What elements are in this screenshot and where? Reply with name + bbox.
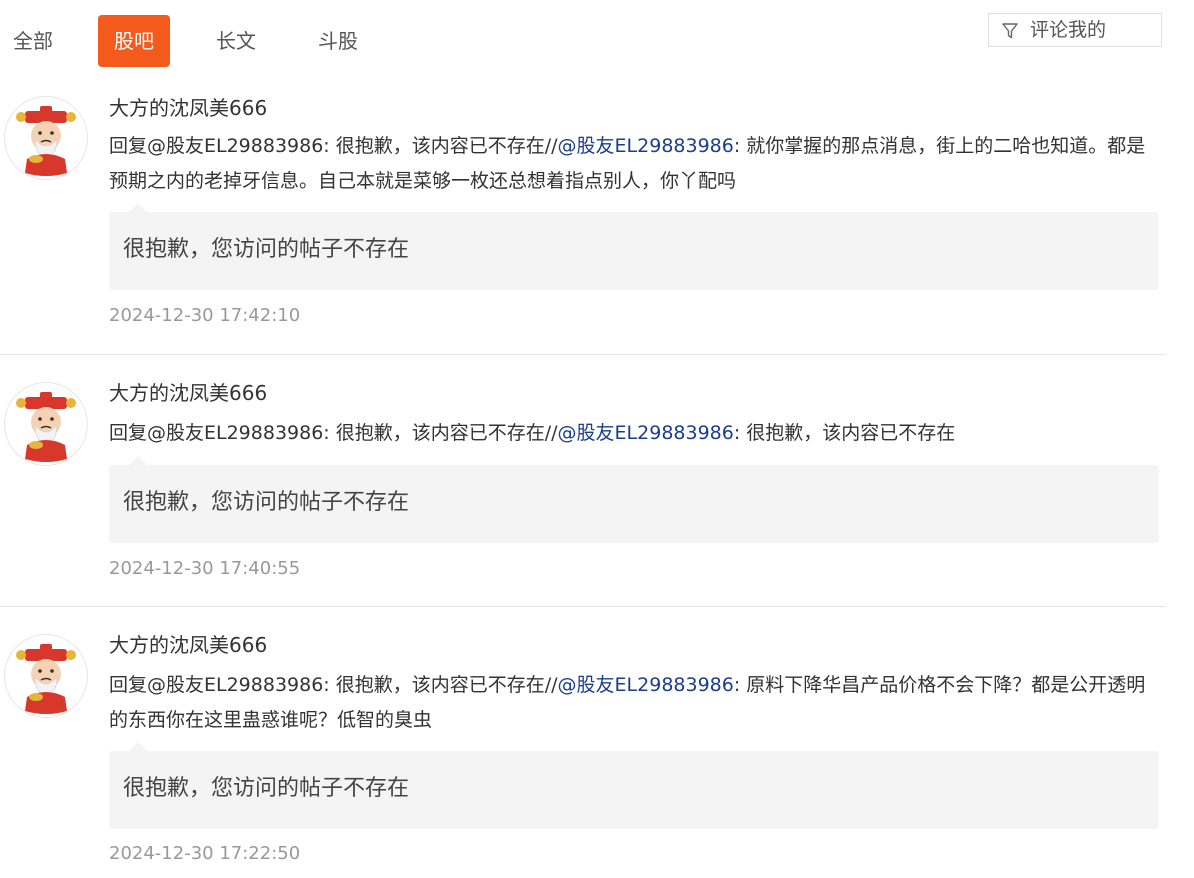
caishen-avatar-icon	[5, 97, 87, 179]
tab-bar: 全部 股吧 长文 斗股 评论我的	[0, 0, 1194, 80]
reply-prefix: 回复@股友EL29883986: 很抱歉，该内容已不存在//	[109, 135, 558, 157]
quoted-post[interactable]: 很抱歉，您访问的帖子不存在	[109, 742, 1159, 829]
quoted-post-text: 很抱歉，您访问的帖子不存在	[123, 490, 410, 515]
quoted-post-text: 很抱歉，您访问的帖子不存在	[123, 776, 410, 801]
reply-prefix: 回复@股友EL29883986: 很抱歉，该内容已不存在//	[109, 422, 558, 444]
quoted-post[interactable]: 很抱歉，您访问的帖子不存在	[109, 456, 1159, 543]
comment-item: 大方的沈凤美666 回复@股友EL29883986: 很抱歉，该内容已不存在//…	[0, 607, 1166, 878]
reply-text: 回复@股友EL29883986: 很抱歉，该内容已不存在//@股友EL29883…	[109, 668, 1161, 738]
mention-link[interactable]: @股友EL29883986	[558, 135, 734, 157]
tab-long-article[interactable]: 长文	[200, 15, 272, 67]
timestamp: 2024-12-30 17:22:50	[109, 843, 301, 864]
quoted-post[interactable]: 很抱歉，您访问的帖子不存在	[109, 203, 1159, 290]
mention-link[interactable]: @股友EL29883986	[558, 674, 734, 696]
tab-guba[interactable]: 股吧	[98, 15, 170, 67]
user-avatar[interactable]	[4, 96, 88, 180]
user-avatar[interactable]	[4, 634, 88, 718]
filter-label: 评论我的	[1030, 19, 1107, 41]
username[interactable]: 大方的沈凤美666	[109, 377, 267, 406]
timestamp: 2024-12-30 17:42:10	[109, 305, 301, 326]
reply-prefix: 回复@股友EL29883986: 很抱歉，该内容已不存在//	[109, 674, 558, 696]
caishen-avatar-icon	[5, 635, 87, 717]
comment-item: 大方的沈凤美666 回复@股友EL29883986: 很抱歉，该内容已不存在//…	[0, 355, 1166, 607]
tab-all[interactable]: 全部	[0, 15, 66, 67]
username[interactable]: 大方的沈凤美666	[109, 629, 267, 658]
reply-text: 回复@股友EL29883986: 很抱歉，该内容已不存在//@股友EL29883…	[109, 129, 1161, 199]
username[interactable]: 大方的沈凤美666	[109, 92, 267, 121]
reply-text: 回复@股友EL29883986: 很抱歉，该内容已不存在//@股友EL29883…	[109, 416, 1161, 451]
reply-body: : 很抱歉，该内容已不存在	[733, 422, 956, 444]
tab-dougu[interactable]: 斗股	[302, 15, 374, 67]
quote-notch	[129, 742, 147, 751]
timestamp: 2024-12-30 17:40:55	[109, 558, 301, 579]
mention-link[interactable]: @股友EL29883986	[558, 422, 734, 444]
quoted-post-text: 很抱歉，您访问的帖子不存在	[123, 237, 410, 262]
quote-notch	[129, 456, 147, 465]
funnel-icon	[1002, 23, 1018, 39]
comment-item: 大方的沈凤美666 回复@股友EL29883986: 很抱歉，该内容已不存在//…	[0, 80, 1166, 355]
quote-notch	[129, 203, 147, 212]
caishen-avatar-icon	[5, 383, 87, 465]
filter-dropdown[interactable]: 评论我的	[988, 13, 1162, 47]
user-avatar[interactable]	[4, 382, 88, 466]
